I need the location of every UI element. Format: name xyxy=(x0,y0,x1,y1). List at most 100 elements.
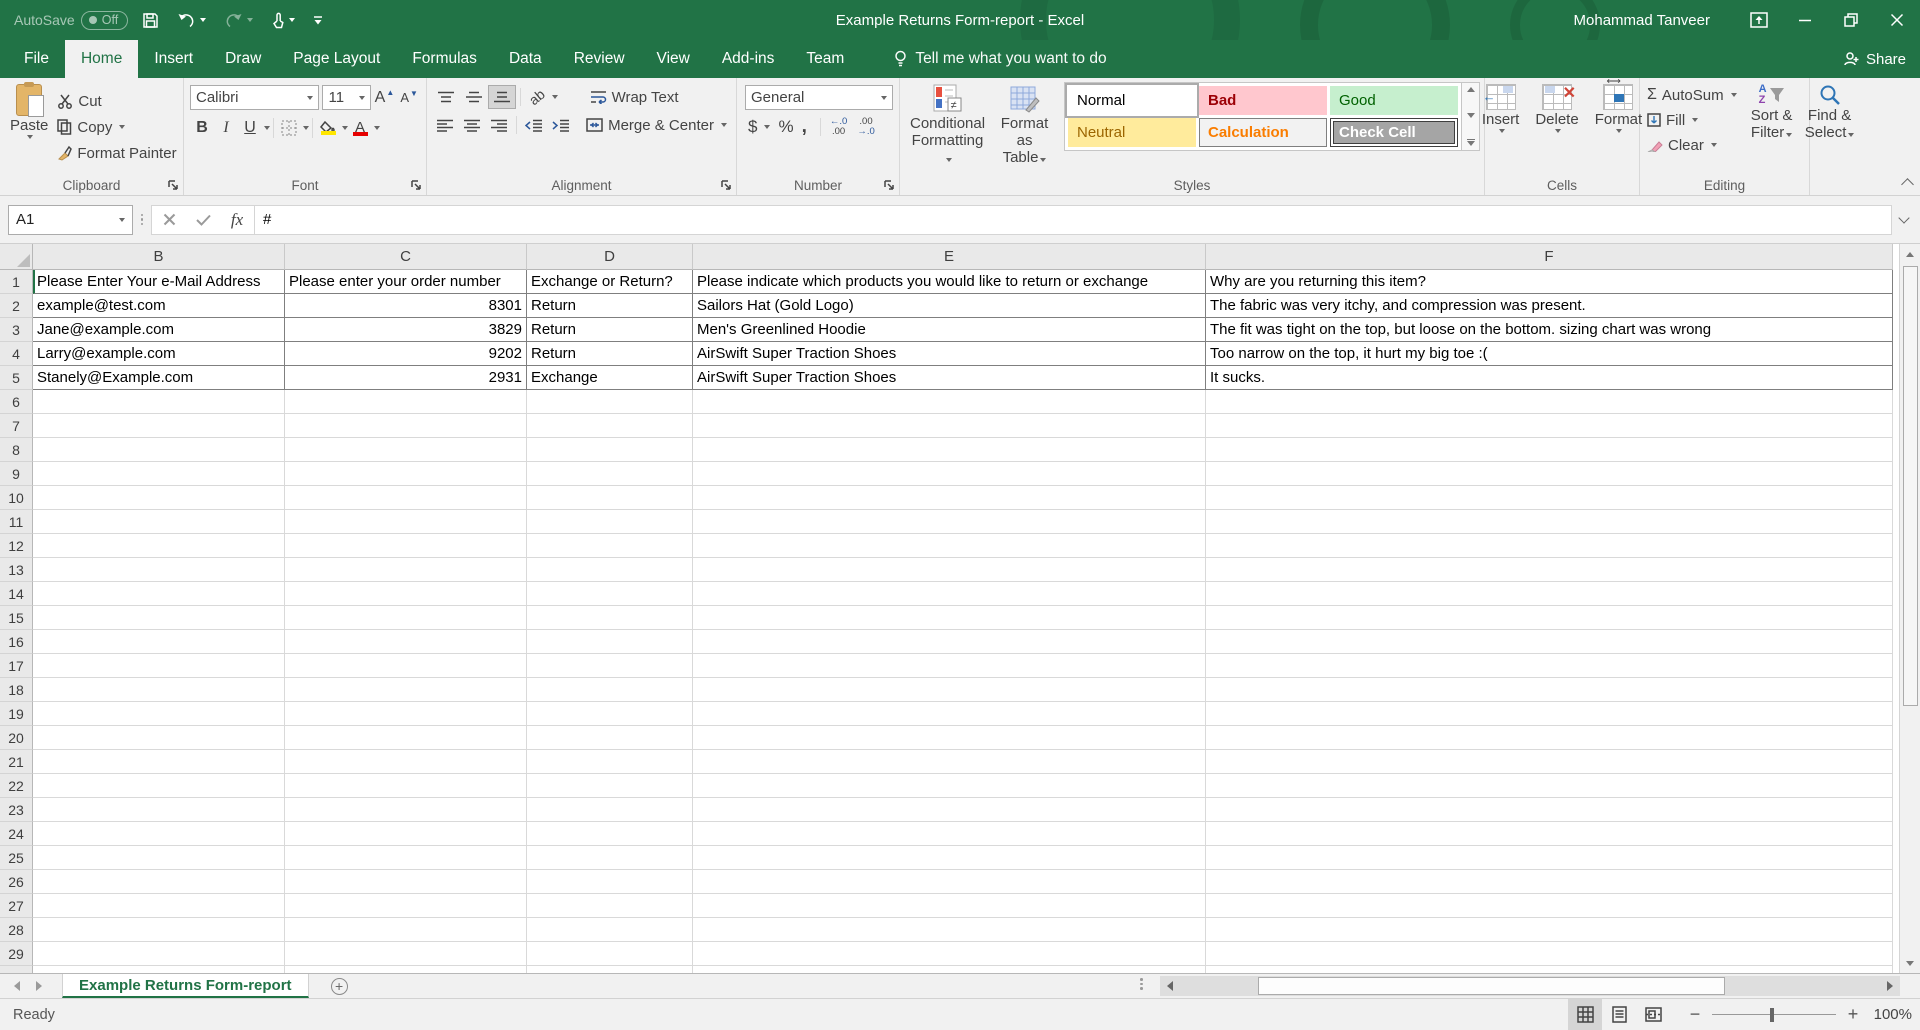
cell-B27[interactable] xyxy=(33,894,285,918)
cell-F30[interactable] xyxy=(1206,966,1893,973)
cell-D18[interactable] xyxy=(527,678,693,702)
cell-D19[interactable] xyxy=(527,702,693,726)
column-header-d[interactable]: D xyxy=(527,244,693,270)
cell-C9[interactable] xyxy=(285,462,527,486)
cell-F8[interactable] xyxy=(1206,438,1893,462)
cell-D2[interactable]: Return xyxy=(527,294,693,318)
tell-me-box[interactable]: Tell me what you want to do xyxy=(894,40,1106,78)
insert-cells-button[interactable]: ← Insert xyxy=(1476,82,1526,135)
decrease-indent-button[interactable] xyxy=(522,114,547,136)
horizontal-scroll-thumb[interactable] xyxy=(1258,977,1725,995)
cell-F24[interactable] xyxy=(1206,822,1893,846)
cell-style-check-cell[interactable]: Check Cell xyxy=(1330,118,1458,147)
vertical-scrollbar[interactable] xyxy=(1899,244,1920,973)
collapse-ribbon-icon[interactable] xyxy=(1901,178,1914,191)
cell-F28[interactable] xyxy=(1206,918,1893,942)
cell-B20[interactable] xyxy=(33,726,285,750)
underline-button[interactable]: U xyxy=(238,116,262,140)
minimize-button[interactable] xyxy=(1782,0,1828,40)
autosum-button[interactable]: Σ AutoSum xyxy=(1644,84,1740,106)
cell-F14[interactable] xyxy=(1206,582,1893,606)
cell-B8[interactable] xyxy=(33,438,285,462)
cell-C13[interactable] xyxy=(285,558,527,582)
cell-B24[interactable] xyxy=(33,822,285,846)
cell-F26[interactable] xyxy=(1206,870,1893,894)
cell-B9[interactable] xyxy=(33,462,285,486)
font-color-button[interactable]: A xyxy=(348,116,372,140)
tab-data[interactable]: Data xyxy=(493,40,558,78)
cell-D1[interactable]: Exchange or Return? xyxy=(527,270,693,294)
cell-E28[interactable] xyxy=(693,918,1206,942)
cell-B16[interactable] xyxy=(33,630,285,654)
format-painter-button[interactable]: Format Painter xyxy=(54,142,179,164)
fill-color-button[interactable] xyxy=(316,116,340,140)
bottom-align-button[interactable] xyxy=(489,86,515,108)
cell-F1[interactable]: Why are you returning this item? xyxy=(1206,270,1893,294)
cell-F19[interactable] xyxy=(1206,702,1893,726)
comma-style-button[interactable]: , xyxy=(799,116,810,138)
cell-D3[interactable]: Return xyxy=(527,318,693,342)
increase-indent-button[interactable] xyxy=(548,114,573,136)
cell-F4[interactable]: Too narrow on the top, it hurt my big to… xyxy=(1206,342,1893,366)
cell-B12[interactable] xyxy=(33,534,285,558)
cell-B23[interactable] xyxy=(33,798,285,822)
cell-E3[interactable]: Men's Greenlined Hoodie xyxy=(693,318,1206,342)
cell-F6[interactable] xyxy=(1206,390,1893,414)
cell-C17[interactable] xyxy=(285,654,527,678)
cell-B10[interactable] xyxy=(33,486,285,510)
cell-D12[interactable] xyxy=(527,534,693,558)
cell-C22[interactable] xyxy=(285,774,527,798)
cell-E17[interactable] xyxy=(693,654,1206,678)
cell-C23[interactable] xyxy=(285,798,527,822)
cell-E24[interactable] xyxy=(693,822,1206,846)
expand-formula-bar-button[interactable] xyxy=(1892,218,1916,222)
gallery-scroll-down-icon[interactable] xyxy=(1467,113,1475,118)
formula-bar-splitter[interactable] xyxy=(133,214,151,226)
cell-C27[interactable] xyxy=(285,894,527,918)
cell-C21[interactable] xyxy=(285,750,527,774)
zoom-level[interactable]: 100% xyxy=(1870,1006,1912,1023)
cell-C30[interactable] xyxy=(285,966,527,973)
row-header-20[interactable]: 20 xyxy=(0,726,33,750)
increase-font-button[interactable]: A▲ xyxy=(374,86,396,110)
cell-E20[interactable] xyxy=(693,726,1206,750)
cell-style-neutral[interactable]: Neutral xyxy=(1068,118,1196,147)
cell-B15[interactable] xyxy=(33,606,285,630)
undo-button[interactable] xyxy=(173,9,210,31)
accounting-format-button[interactable]: $ xyxy=(745,116,773,138)
cell-C3[interactable]: 3829 xyxy=(285,318,527,342)
row-header-5[interactable]: 5 xyxy=(0,366,33,390)
middle-align-button[interactable] xyxy=(461,86,487,108)
row-header-6[interactable]: 6 xyxy=(0,390,33,414)
cell-D23[interactable] xyxy=(527,798,693,822)
column-header-b[interactable]: B xyxy=(33,244,285,270)
row-header-15[interactable]: 15 xyxy=(0,606,33,630)
clear-button[interactable]: Clear xyxy=(1644,134,1740,156)
tab-draw[interactable]: Draw xyxy=(209,40,277,78)
cell-B13[interactable] xyxy=(33,558,285,582)
sort-filter-button[interactable]: AZ Sort &Filter xyxy=(1744,82,1800,156)
tab-insert[interactable]: Insert xyxy=(138,40,209,78)
cell-B11[interactable] xyxy=(33,510,285,534)
cell-C26[interactable] xyxy=(285,870,527,894)
cell-E6[interactable] xyxy=(693,390,1206,414)
row-header-30[interactable]: 30 xyxy=(0,966,33,973)
row-header-23[interactable]: 23 xyxy=(0,798,33,822)
cell-F10[interactable] xyxy=(1206,486,1893,510)
cell-D27[interactable] xyxy=(527,894,693,918)
cell-E22[interactable] xyxy=(693,774,1206,798)
cell-C7[interactable] xyxy=(285,414,527,438)
percent-style-button[interactable]: % xyxy=(775,116,796,138)
zoom-out-button[interactable]: − xyxy=(1688,1004,1702,1025)
cell-D5[interactable]: Exchange xyxy=(527,366,693,390)
cell-E8[interactable] xyxy=(693,438,1206,462)
row-header-13[interactable]: 13 xyxy=(0,558,33,582)
cell-C18[interactable] xyxy=(285,678,527,702)
cell-B4[interactable]: Larry@example.com xyxy=(33,342,285,366)
vertical-scroll-thumb[interactable] xyxy=(1903,266,1918,706)
cell-D21[interactable] xyxy=(527,750,693,774)
cell-B6[interactable] xyxy=(33,390,285,414)
cell-style-good[interactable]: Good xyxy=(1330,86,1458,115)
cell-F25[interactable] xyxy=(1206,846,1893,870)
cell-D25[interactable] xyxy=(527,846,693,870)
